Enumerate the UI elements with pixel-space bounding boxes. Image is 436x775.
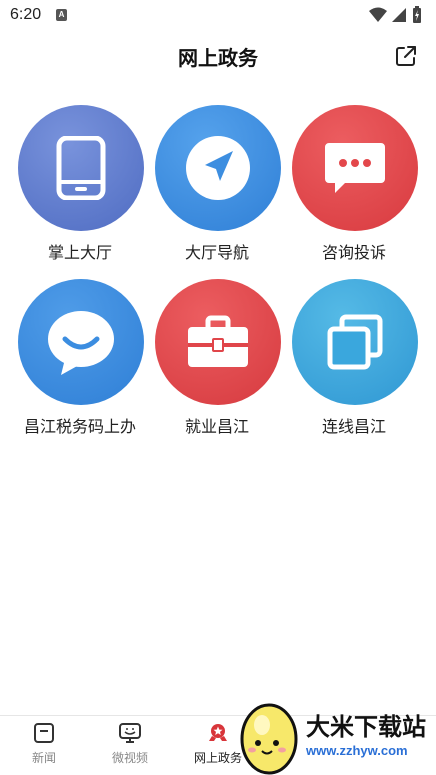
tab-label: 微视频 — [111, 751, 148, 765]
tile-label: 咨询投诉 — [321, 243, 386, 262]
chat-smile-icon — [48, 311, 114, 375]
rice-mascot-icon — [240, 703, 298, 775]
tile-label: 掌上大厅 — [47, 243, 112, 262]
tile-circle — [292, 105, 418, 231]
tile-employment[interactable]: 就业昌江 — [152, 279, 282, 439]
copy-windows-icon — [327, 314, 383, 370]
tile-label: 就业昌江 — [184, 417, 249, 436]
tab-news[interactable]: 新闻 — [4, 722, 84, 775]
tile-label: 大厅导航 — [184, 243, 249, 262]
badge-icon — [209, 724, 227, 741]
tile-hall[interactable]: 掌上大厅 — [15, 105, 145, 265]
news-icon — [34, 723, 54, 743]
status-bar: 6:20 A — [0, 0, 436, 32]
phone-icon — [56, 136, 106, 200]
a-icon: A — [56, 9, 67, 21]
tile-label: 昌江税务码上办 — [23, 417, 136, 436]
video-icon — [119, 723, 141, 743]
tile-hall-navigation[interactable]: 大厅导航 — [152, 105, 282, 265]
status-icons — [369, 6, 421, 23]
tile-connect[interactable]: 连线昌江 — [289, 279, 419, 439]
tile-circle — [18, 105, 144, 231]
battery-icon — [413, 6, 421, 23]
tile-circle — [18, 279, 144, 405]
toolbox-icon — [188, 315, 248, 367]
wifi-icon — [369, 7, 387, 22]
watermark-url: www.zzhyw.com — [306, 743, 408, 758]
watermark: 大米下载站 www.zzhyw.com — [236, 695, 436, 775]
tile-consult-complain[interactable]: 咨询投诉 — [289, 105, 419, 265]
chat-dots-icon — [325, 143, 385, 193]
tab-video[interactable]: 微视频 — [90, 722, 170, 775]
tile-circle — [292, 279, 418, 405]
signal-icon — [392, 8, 406, 22]
navigation-icon — [186, 136, 250, 200]
tile-circle — [155, 279, 281, 405]
tile-tax-code[interactable]: 昌江税务码上办 — [15, 279, 145, 439]
watermark-title: 大米下载站 — [306, 713, 426, 741]
tile-circle — [155, 105, 281, 231]
status-time: 6:20 — [10, 6, 42, 23]
tab-label: 新闻 — [31, 751, 56, 765]
tile-label: 连线昌江 — [321, 417, 386, 436]
page-title: 网上政务 — [178, 46, 258, 70]
header: 网上政务 — [0, 32, 436, 80]
share-icon[interactable] — [394, 44, 418, 68]
